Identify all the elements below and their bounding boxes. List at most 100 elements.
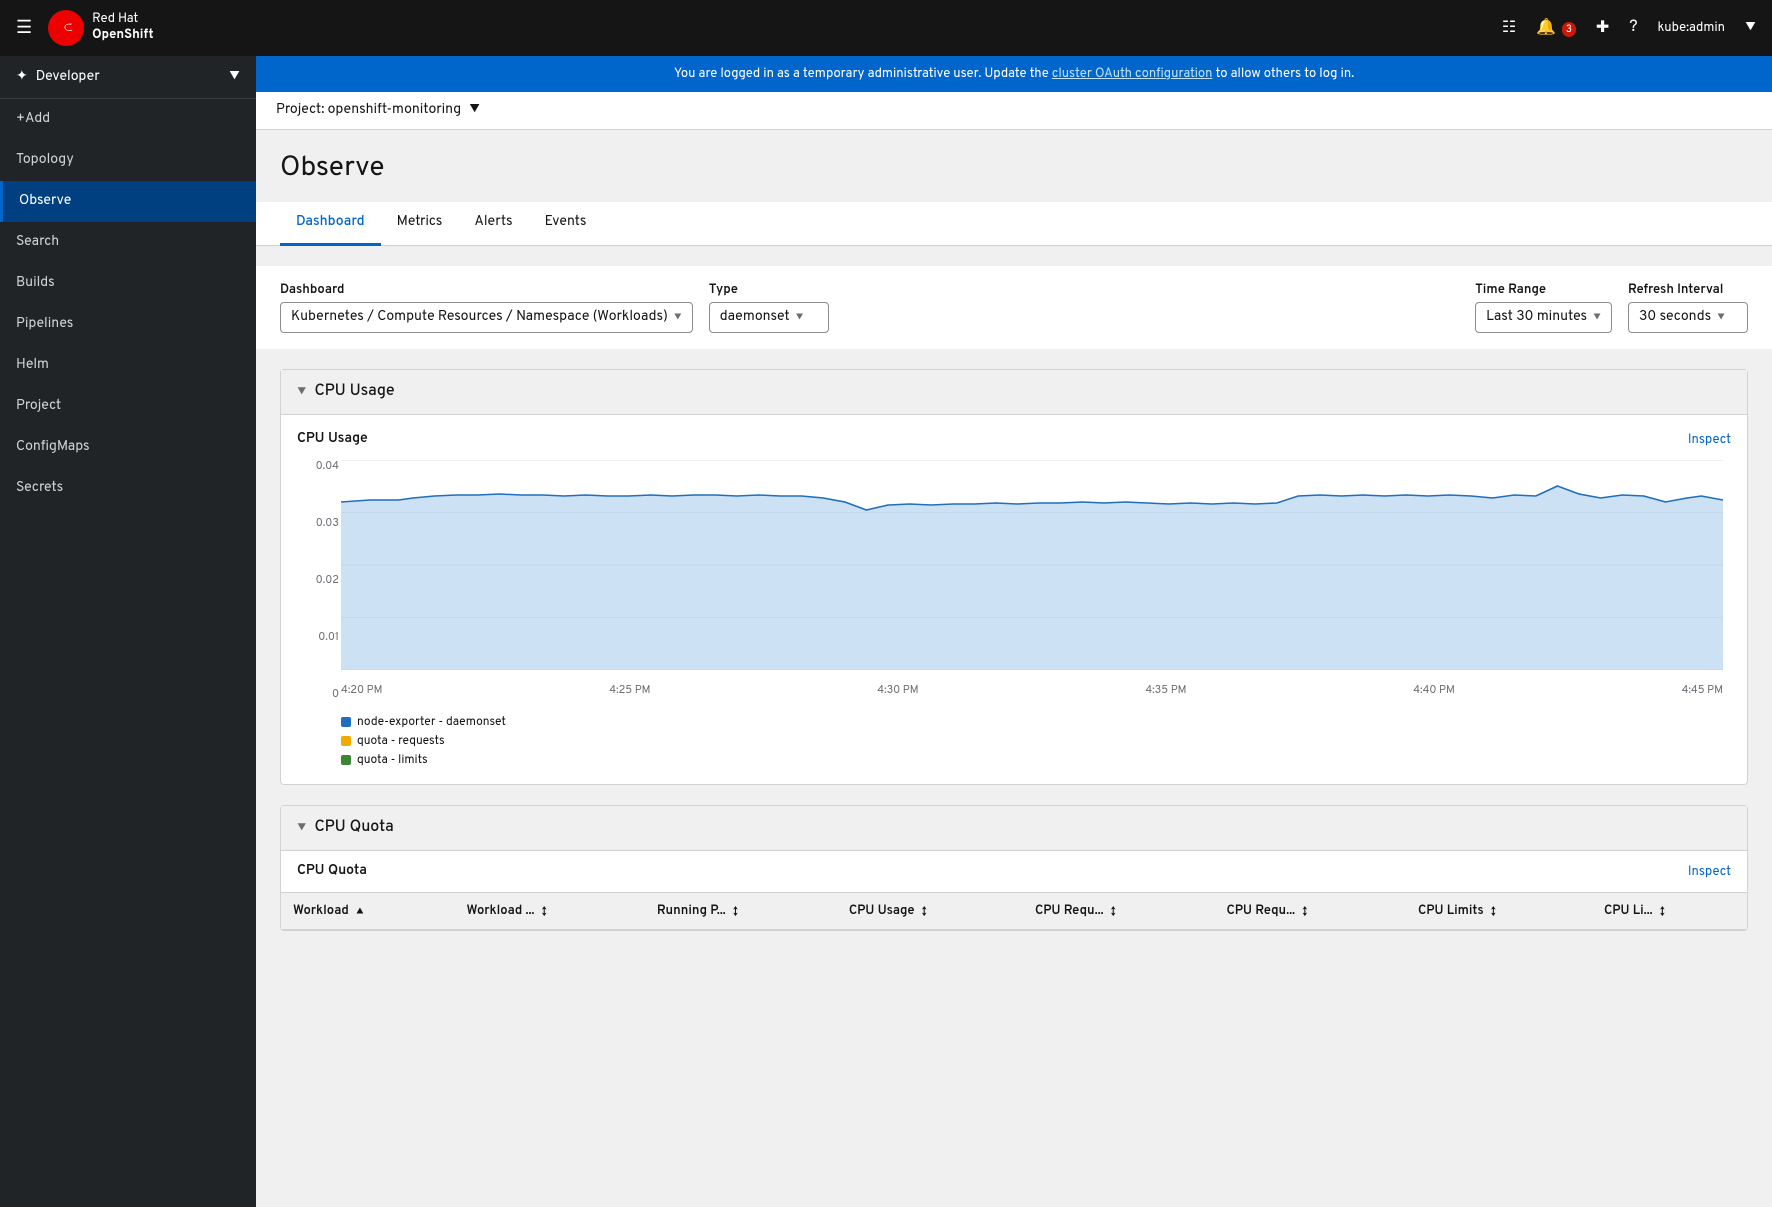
sidebar-item-helm[interactable]: Helm xyxy=(0,345,256,386)
time-range-label: Time Range xyxy=(1475,282,1612,298)
tab-alerts[interactable]: Alerts xyxy=(458,202,528,246)
sidebar-item-add-label: +Add xyxy=(16,111,50,128)
cpu-quota-table-title: CPU Quota xyxy=(297,863,367,880)
filter-row: Dashboard Kubernetes / Compute Resources… xyxy=(256,266,1772,349)
type-dropdown[interactable]: daemonset ▼ xyxy=(709,302,829,333)
notifications-button[interactable]: 🔔 3 xyxy=(1536,17,1576,39)
cpu-quota-inspect-link[interactable]: Inspect xyxy=(1688,864,1731,880)
project-label: Project: openshift-monitoring xyxy=(276,102,461,119)
xaxis-label-430: 4:30 PM xyxy=(877,684,918,698)
cpu-quota-section-header[interactable]: ▼ CPU Quota xyxy=(281,806,1747,851)
cpu-usage-section-title: CPU Usage xyxy=(314,382,394,402)
observe-tabs: Dashboard Metrics Alerts Events xyxy=(256,202,1772,246)
perspective-switcher[interactable]: ✦ Developer ▼ xyxy=(0,56,256,99)
legend-item-quota-requests: quota - requests xyxy=(341,733,1731,749)
type-dropdown-value: daemonset xyxy=(720,309,790,326)
logo-text: Red Hat OpenShift xyxy=(92,12,153,43)
sidebar-item-builds-label: Builds xyxy=(16,275,55,292)
logo: Red Hat OpenShift xyxy=(48,10,153,46)
col-cpu-requests-pct[interactable]: CPU Requ... ↕ xyxy=(1214,893,1406,930)
main-content: You are logged in as a temporary adminis… xyxy=(256,56,1772,1207)
tab-metrics[interactable]: Metrics xyxy=(381,202,459,246)
time-range-dropdown[interactable]: Last 30 minutes ▼ xyxy=(1475,302,1612,333)
col-cpu-limits[interactable]: CPU Limits ↕ xyxy=(1406,893,1592,930)
time-range-filter-group: Time Range Last 30 minutes ▼ xyxy=(1475,282,1612,333)
refresh-interval-value: 30 seconds xyxy=(1639,309,1711,326)
type-filter-label: Type xyxy=(709,282,829,298)
project-dropdown-chevron-icon[interactable]: ▼ xyxy=(469,102,480,119)
legend-label-quota-requests: quota - requests xyxy=(357,733,445,749)
sort-icon-cpu-requests-pct: ↕ xyxy=(1302,905,1307,918)
xaxis-label-445: 4:45 PM xyxy=(1682,684,1723,698)
sidebar-item-pipelines[interactable]: Pipelines xyxy=(0,304,256,345)
xaxis-label-435: 4:35 PM xyxy=(1145,684,1186,698)
sidebar-item-configmaps[interactable]: ConfigMaps xyxy=(0,427,256,468)
col-cpu-limits-pct[interactable]: CPU Li... ↕ xyxy=(1592,893,1747,930)
cpu-quota-table-head: Workload ▲ Workload ... ↕ Running P... ↕ xyxy=(281,893,1747,930)
sidebar: ✦ Developer ▼ +Add Topology Observe Sear… xyxy=(0,56,256,1207)
sidebar-item-configmaps-label: ConfigMaps xyxy=(16,439,90,456)
hamburger-menu-button[interactable]: ☰ xyxy=(16,17,32,40)
tab-events[interactable]: Events xyxy=(529,202,603,246)
yaxis-label-0.01: 0.01 xyxy=(299,631,339,645)
cpu-usage-section-header[interactable]: ▼ CPU Usage xyxy=(281,370,1747,415)
add-button[interactable]: ✚ xyxy=(1596,17,1609,39)
dashboard-dropdown-value: Kubernetes / Compute Resources / Namespa… xyxy=(291,309,668,326)
topnav-actions: ☷ 🔔 3 ✚ ? kube:admin ▼ xyxy=(1502,17,1756,39)
legend-label-quota-limits: quota - limits xyxy=(357,752,428,768)
yaxis-label-0: 0 xyxy=(299,688,339,702)
cpu-usage-svg-chart xyxy=(341,460,1723,670)
legend-item-quota-limits: quota - limits xyxy=(341,752,1731,768)
time-range-value: Last 30 minutes xyxy=(1486,309,1587,326)
sort-icon-cpu-limits-pct: ↕ xyxy=(1660,905,1665,918)
col-workload-type[interactable]: Workload ... ↕ xyxy=(454,893,644,930)
legend-color-node-exporter xyxy=(341,717,351,727)
cpu-usage-chart-area: 0.04 0.03 0.02 0.01 0 xyxy=(341,460,1723,702)
user-chevron-icon: ▼ xyxy=(1745,20,1756,37)
sidebar-item-search[interactable]: Search xyxy=(0,222,256,263)
sort-icon-running-pods: ↕ xyxy=(733,905,738,918)
sidebar-item-helm-label: Helm xyxy=(16,357,49,374)
tab-dashboard[interactable]: Dashboard xyxy=(280,202,381,246)
cpu-quota-table-header: CPU Quota Inspect xyxy=(281,851,1747,893)
sort-icon-cpu-requests: ↕ xyxy=(1111,905,1116,918)
col-running-pods[interactable]: Running P... ↕ xyxy=(645,893,837,930)
user-menu-button[interactable]: kube:admin xyxy=(1658,20,1725,36)
sort-icon-workload-type: ↕ xyxy=(542,905,547,918)
xaxis-label-440: 4:40 PM xyxy=(1413,684,1455,698)
cpu-quota-section-title: CPU Quota xyxy=(314,818,393,838)
sidebar-item-topology[interactable]: Topology xyxy=(0,140,256,181)
col-cpu-usage[interactable]: CPU Usage ↕ xyxy=(837,893,1023,930)
cpu-usage-inspect-link[interactable]: Inspect xyxy=(1688,432,1731,448)
sidebar-item-builds[interactable]: Builds xyxy=(0,263,256,304)
top-navigation: ☰ Red Hat OpenShift ☷ 🔔 3 ✚ ? kube:admin… xyxy=(0,0,1772,56)
help-button[interactable]: ? xyxy=(1629,18,1637,38)
xaxis-label-420: 4:20 PM xyxy=(341,684,382,698)
sidebar-item-add[interactable]: +Add xyxy=(0,99,256,140)
yaxis-label-0.02: 0.02 xyxy=(299,574,339,588)
sidebar-item-project[interactable]: Project xyxy=(0,386,256,427)
legend-color-quota-limits xyxy=(341,755,351,765)
sidebar-item-observe[interactable]: Observe xyxy=(0,181,256,222)
cpu-usage-section-body: CPU Usage Inspect 0.04 0.03 0.02 0.01 0 xyxy=(281,415,1747,784)
sidebar-item-secrets[interactable]: Secrets xyxy=(0,468,256,509)
redhat-logo xyxy=(48,10,84,46)
apps-grid-button[interactable]: ☷ xyxy=(1502,17,1516,39)
legend-label-node-exporter: node-exporter - daemonset xyxy=(357,714,506,730)
dashboard-dropdown[interactable]: Kubernetes / Compute Resources / Namespa… xyxy=(280,302,693,333)
col-workload[interactable]: Workload ▲ xyxy=(281,893,454,930)
yaxis-label-0.04: 0.04 xyxy=(299,460,339,474)
legend-color-quota-requests xyxy=(341,736,351,746)
cpu-quota-collapse-icon: ▼ xyxy=(297,820,306,836)
oauth-config-link[interactable]: cluster OAuth configuration xyxy=(1052,66,1213,82)
dashboard-filter-group: Dashboard Kubernetes / Compute Resources… xyxy=(280,282,693,333)
sort-icon-cpu-limits: ↕ xyxy=(1491,905,1496,918)
refresh-interval-dropdown[interactable]: 30 seconds ▼ xyxy=(1628,302,1748,333)
page-content-area: Observe Dashboard Metrics Alerts Events … xyxy=(256,130,1772,971)
yaxis-label-0.03: 0.03 xyxy=(299,517,339,531)
time-range-chevron-icon: ▼ xyxy=(1593,311,1601,324)
sidebar-item-search-label: Search xyxy=(16,234,59,251)
perspective-label: Developer xyxy=(36,69,100,86)
col-cpu-requests[interactable]: CPU Requ... ↕ xyxy=(1023,893,1215,930)
cpu-usage-legend: node-exporter - daemonset quota - reques… xyxy=(341,714,1731,768)
